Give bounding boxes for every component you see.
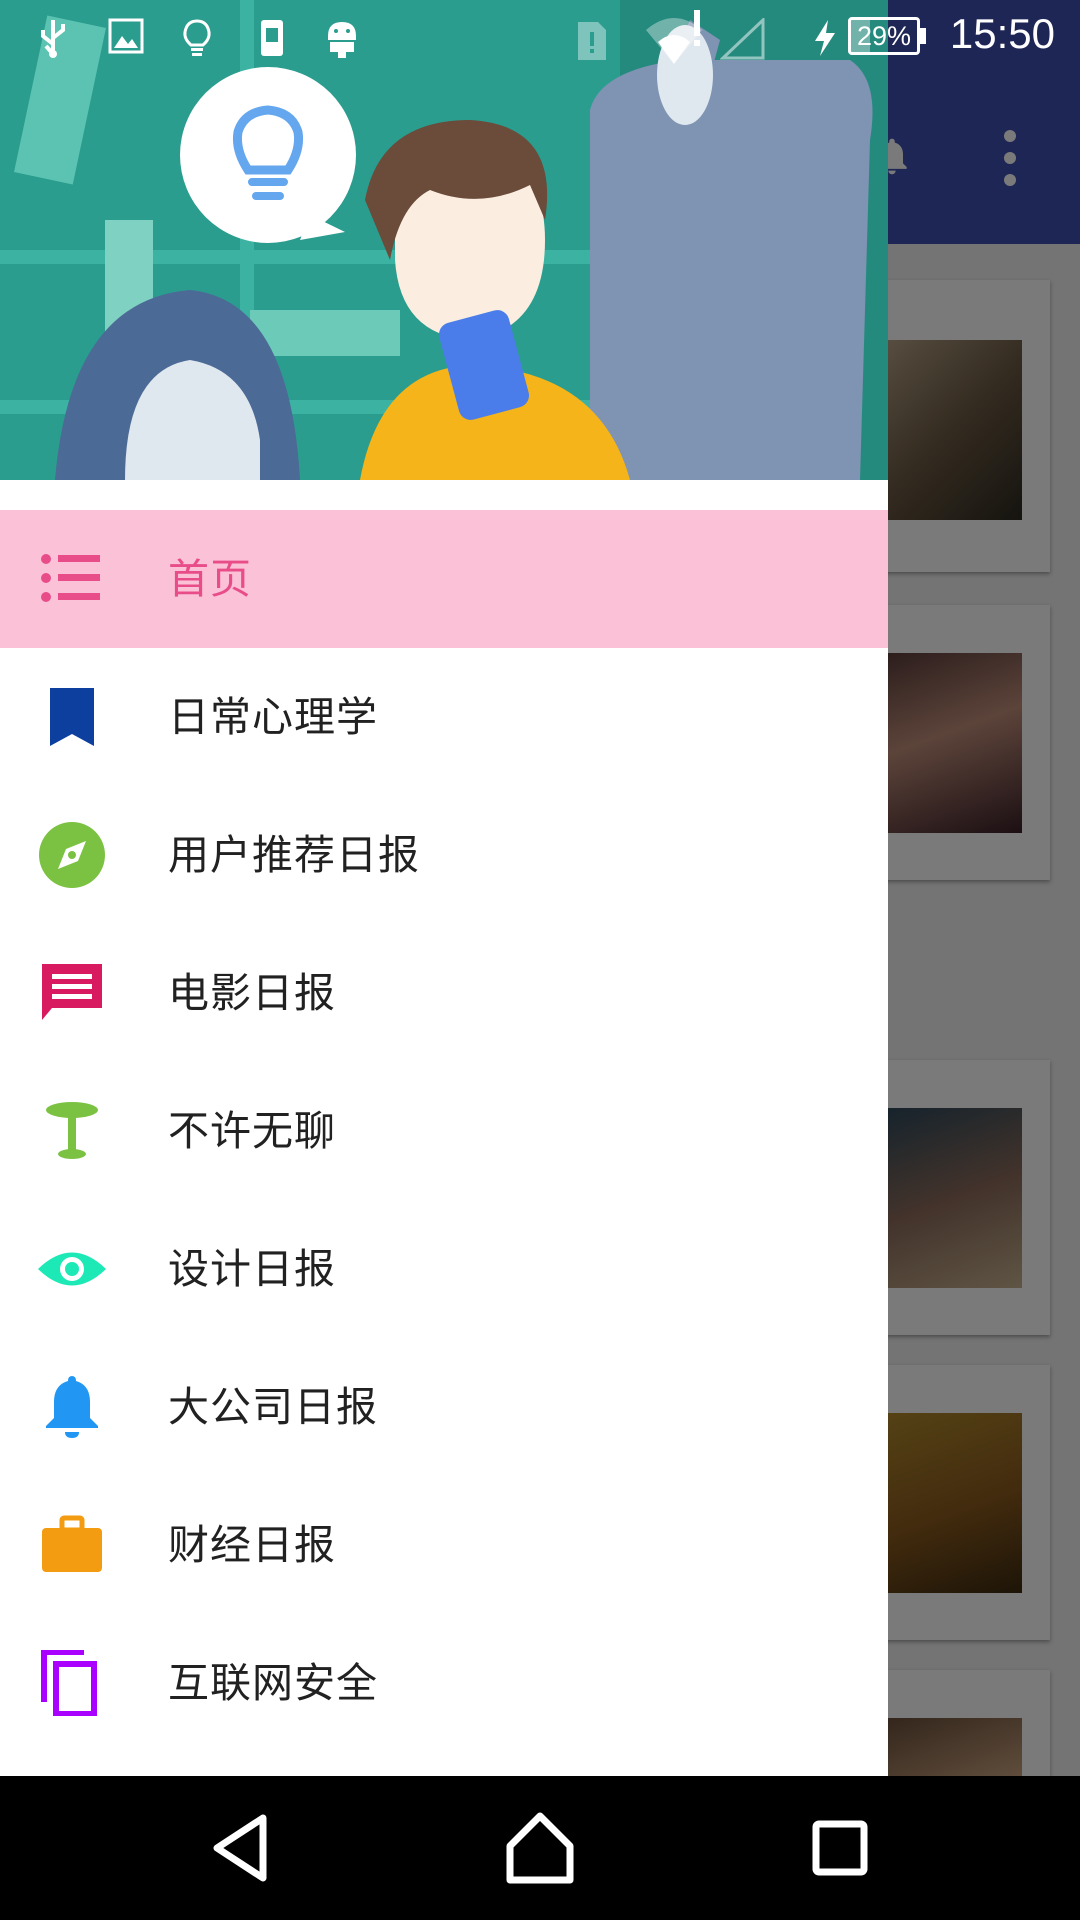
- usb-icon: [36, 18, 70, 58]
- menu-item-label: 日常心理学: [168, 693, 378, 741]
- menu-item-label: 首页: [168, 555, 252, 603]
- bell-icon: [36, 1374, 108, 1440]
- menu-item-label: 财经日报: [168, 1521, 336, 1569]
- wifi-icon: [644, 10, 704, 64]
- battery-percent: 29%: [856, 21, 912, 51]
- message-icon: [36, 960, 108, 1026]
- navigation-drawer: 首页 日常心理学 用户推荐日报 电影日报 不许无聊 设计日报 大公司日报 财经日…: [0, 0, 888, 1776]
- menu-item-label: 大公司日报: [168, 1383, 378, 1431]
- back-icon: [213, 1814, 267, 1882]
- bookmark-icon: [36, 684, 108, 750]
- system-nav-bar: [0, 1776, 1080, 1920]
- list-icon: [36, 546, 108, 612]
- briefcase-icon: [36, 1512, 108, 1578]
- android-icon: [324, 18, 360, 58]
- recents-button[interactable]: [800, 1808, 880, 1888]
- battery-tip: [920, 28, 926, 44]
- home-button[interactable]: [500, 1808, 580, 1888]
- menu-item-user-recommended[interactable]: 用户推荐日报: [0, 786, 888, 924]
- compass-icon: [36, 822, 108, 888]
- home-icon: [506, 1812, 574, 1884]
- sim-icon: [258, 18, 286, 58]
- image-icon: [108, 18, 144, 58]
- menu-item-label: 设计日报: [168, 1245, 336, 1293]
- signal-icon: [719, 16, 766, 60]
- menu-item-psychology[interactable]: 日常心理学: [0, 648, 888, 786]
- menu-item-finance[interactable]: 财经日报: [0, 1476, 888, 1614]
- charging-icon: [812, 18, 838, 58]
- sim-card-icon: [574, 18, 610, 60]
- copy-icon: [36, 1649, 108, 1717]
- menu-item-label: 用户推荐日报: [168, 831, 420, 879]
- menu-item-label: 电影日报: [168, 969, 336, 1017]
- menu-item-movie[interactable]: 电影日报: [0, 924, 888, 1062]
- menu-item-label: 不许无聊: [168, 1107, 336, 1155]
- menu-item-label: 互联网安全: [168, 1659, 378, 1707]
- lightbulb-icon: [182, 18, 212, 58]
- menu-item-internet-security[interactable]: 互联网安全: [0, 1614, 888, 1752]
- recents-icon: [812, 1820, 868, 1876]
- lamp-icon: [36, 1098, 108, 1164]
- back-button[interactable]: [203, 1808, 283, 1888]
- clock: 15:50: [949, 10, 1055, 57]
- menu-item-no-boredom[interactable]: 不许无聊: [0, 1062, 888, 1200]
- menu-item-big-company[interactable]: 大公司日报: [0, 1338, 888, 1476]
- drawer-menu: 首页 日常心理学 用户推荐日报 电影日报 不许无聊 设计日报 大公司日报 财经日…: [0, 510, 888, 1752]
- menu-item-home[interactable]: 首页: [0, 510, 888, 648]
- eye-icon: [36, 1236, 108, 1302]
- status-bar: 29% 15:50: [0, 0, 1080, 75]
- menu-item-design[interactable]: 设计日报: [0, 1200, 888, 1338]
